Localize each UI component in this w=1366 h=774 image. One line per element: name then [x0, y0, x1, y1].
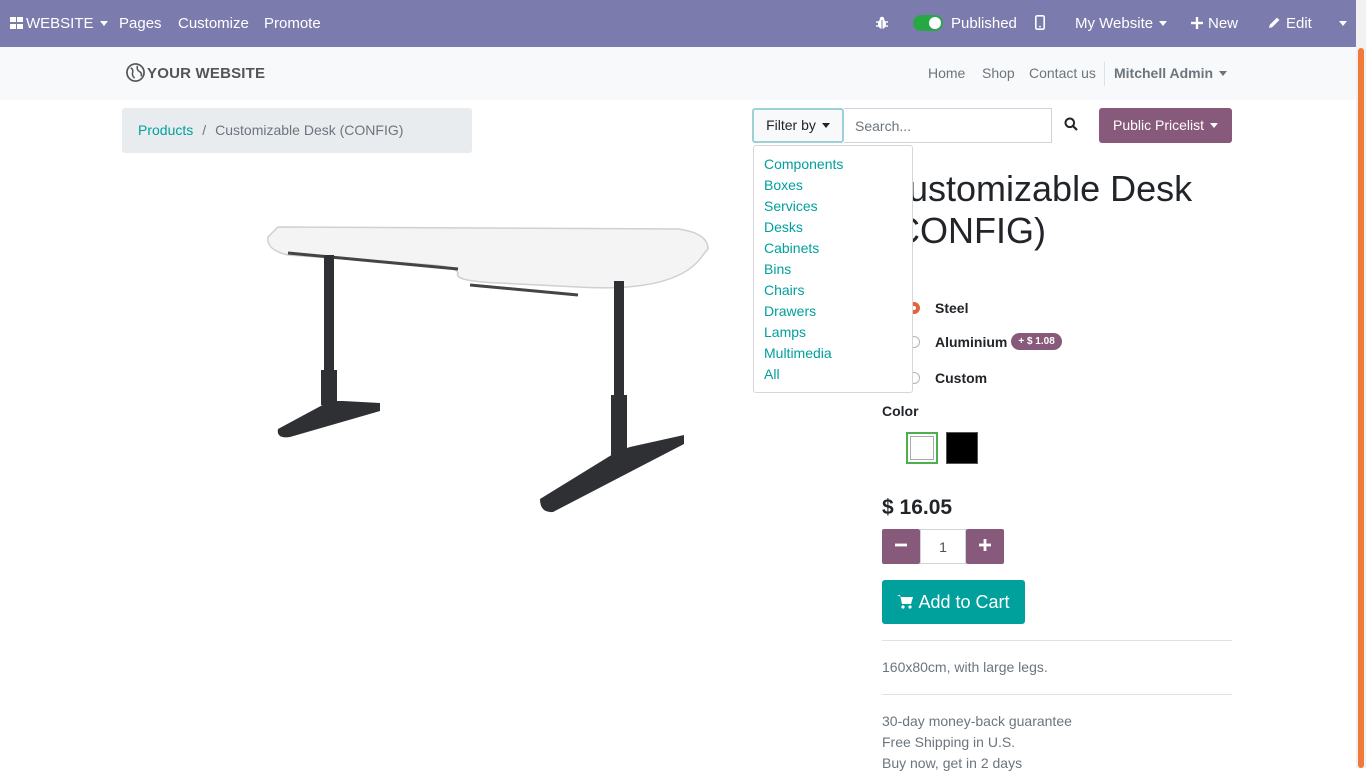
chevron-down-icon [1339, 20, 1347, 26]
pages-menu[interactable]: Pages [119, 0, 162, 47]
filter-by-label: Filter by [766, 117, 816, 133]
color-swatch-black[interactable] [946, 432, 978, 464]
nav-contact-us[interactable]: Contact us [1029, 47, 1096, 100]
breadcrumb: Products / Customizable Desk (CONFIG) [122, 108, 472, 153]
quantity-decrease-button[interactable] [882, 529, 920, 564]
nav-shop[interactable]: Shop [982, 47, 1015, 100]
filter-item-cabinets[interactable]: Cabinets [754, 238, 912, 259]
divider [882, 640, 1232, 641]
edit-button[interactable]: Edit [1268, 0, 1312, 47]
legs-option-label: Steel [935, 300, 969, 316]
bug-icon [876, 16, 888, 29]
more-options-button[interactable] [1333, 0, 1347, 47]
user-name: Mitchell Admin [1114, 65, 1214, 81]
search-button[interactable] [1052, 108, 1090, 143]
product-description: 160x80cm, with large legs. [882, 659, 1048, 675]
quantity-increase-button[interactable] [966, 529, 1004, 564]
filter-item-drawers[interactable]: Drawers [754, 301, 912, 322]
plus-icon [979, 539, 991, 552]
website-selector-label: My Website [1075, 15, 1154, 32]
admin-bar: WEBSITE Pages Customize Promote Publishe… [0, 0, 1356, 47]
filter-item-components[interactable]: Components [754, 154, 912, 175]
pricelist-label: Public Pricelist [1112, 117, 1205, 133]
legs-option-label-wrap: Aluminium + $ 1.08 [935, 332, 1062, 352]
search-input[interactable] [844, 108, 1052, 143]
promote-menu[interactable]: Promote [264, 0, 321, 47]
nav-divider [1104, 62, 1105, 86]
filter-item-services[interactable]: Services [754, 196, 912, 217]
filter-item-all[interactable]: All [754, 364, 912, 385]
site-header: YOUR WEBSITE Home Shop Contact us Mitche… [0, 47, 1356, 100]
publish-toggle[interactable]: Published [913, 0, 1017, 47]
mobile-preview-button[interactable] [1035, 0, 1045, 47]
filter-item-multimedia[interactable]: Multimedia [754, 343, 912, 364]
website-menu-label: WEBSITE [26, 15, 94, 32]
website-menu[interactable]: WEBSITE [10, 0, 108, 47]
filter-by-button[interactable]: Filter by [752, 108, 844, 143]
filter-item-lamps[interactable]: Lamps [754, 322, 912, 343]
chevron-down-icon [1219, 70, 1228, 76]
pencil-icon [1269, 17, 1280, 29]
filter-dropdown-menu: Components Boxes Services Desks Cabinets… [753, 145, 913, 393]
new-label: New [1208, 15, 1239, 32]
chevron-down-icon [1159, 20, 1168, 26]
edit-label: Edit [1286, 15, 1312, 32]
terms-line: Buy now, get in 2 days [882, 755, 1023, 771]
add-to-cart-button[interactable]: Add to Cart [882, 580, 1025, 624]
filter-item-boxes[interactable]: Boxes [754, 175, 912, 196]
legs-option-label: Custom [935, 370, 988, 386]
site-logo[interactable]: YOUR WEBSITE [126, 47, 265, 100]
terms-line: Free Shipping in U.S. [882, 734, 1016, 750]
product-title: Customizable Desk (CONFIG) [882, 168, 1232, 252]
chevron-down-icon [99, 20, 108, 26]
quantity-input[interactable] [920, 529, 966, 564]
terms-line: 30-day money-back guarantee [882, 713, 1072, 729]
add-to-cart-label: Add to Cart [918, 592, 1010, 612]
minus-icon [895, 543, 907, 547]
product-title-line1: Customizable Desk [882, 168, 1193, 209]
nav-home[interactable]: Home [928, 47, 965, 100]
page-scrollbar[interactable] [1356, 0, 1366, 768]
mobile-icon [1035, 15, 1045, 31]
filter-item-chairs[interactable]: Chairs [754, 280, 912, 301]
search-icon [1064, 117, 1078, 132]
product-terms: 30-day money-back guarantee Free Shippin… [882, 711, 1072, 774]
color-attribute-label: Color [882, 403, 919, 419]
shopping-cart-icon [897, 595, 914, 609]
filter-item-desks[interactable]: Desks [754, 217, 912, 238]
toggle-switch[interactable] [913, 15, 943, 32]
breadcrumb-separator: / [202, 122, 207, 138]
globe-icon [126, 63, 145, 82]
pricelist-dropdown[interactable]: Public Pricelist [1099, 108, 1232, 143]
plus-icon [1191, 16, 1203, 29]
breadcrumb-products-link[interactable]: Products [138, 122, 193, 138]
new-button[interactable]: New [1191, 0, 1238, 47]
chevron-down-icon [821, 122, 830, 128]
filter-item-bins[interactable]: Bins [754, 259, 912, 280]
color-swatch-white[interactable] [906, 432, 938, 464]
published-label: Published [951, 15, 1017, 32]
product-price: $ 16.05 [882, 496, 953, 519]
breadcrumb-current: Customizable Desk (CONFIG) [215, 122, 404, 138]
user-menu[interactable]: Mitchell Admin [1114, 47, 1228, 100]
product-image [267, 226, 709, 513]
chevron-down-icon [1210, 122, 1219, 128]
website-selector[interactable]: My Website [1075, 0, 1168, 47]
logo-text: YOUR WEBSITE [147, 65, 266, 82]
apps-grid-icon [10, 16, 23, 29]
scrollbar-thumb[interactable] [1358, 48, 1364, 768]
price-extra-badge: + $ 1.08 [1011, 333, 1062, 351]
legs-option-label: Aluminium [935, 334, 1008, 350]
debug-button[interactable] [875, 0, 889, 47]
divider [882, 694, 1232, 695]
product-title-line2: (CONFIG) [882, 210, 1046, 251]
customize-menu[interactable]: Customize [178, 0, 249, 47]
